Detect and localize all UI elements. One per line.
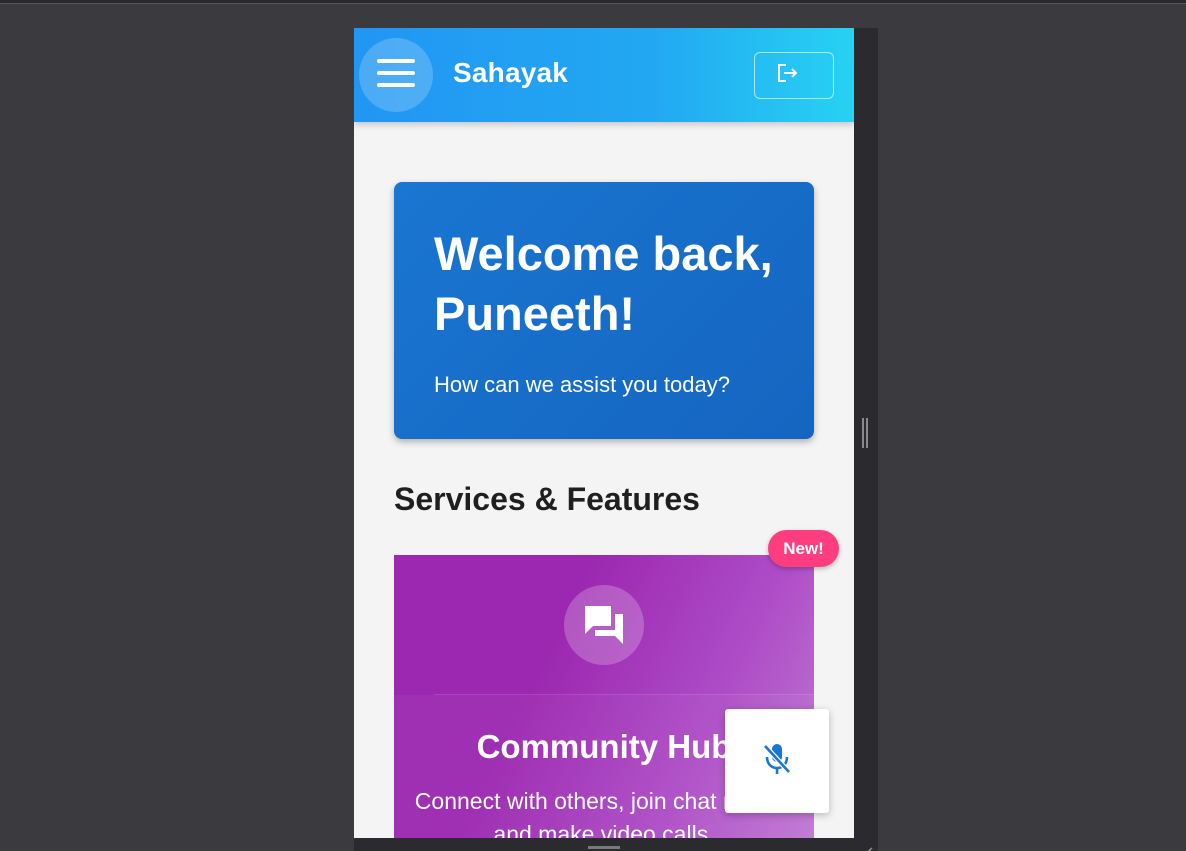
feature-card-divider — [434, 694, 814, 695]
app-title: Sahayak — [453, 57, 569, 88]
welcome-card: Welcome back, Puneeth! How can we assist… — [394, 182, 814, 439]
menu-button[interactable] — [359, 38, 433, 112]
corner-resize-handle[interactable] — [862, 842, 874, 851]
app-bar: Sahayak — [354, 28, 854, 122]
viewport-bottom-rail — [354, 838, 878, 851]
welcome-subtitle: How can we assist you today? — [434, 372, 730, 397]
welcome-title: Welcome back, Puneeth! — [434, 227, 773, 340]
window-top-divider — [0, 3, 1186, 4]
services-heading: Services & Features — [394, 481, 700, 517]
logout-button[interactable] — [754, 52, 834, 99]
vertical-resize-handle[interactable] — [862, 418, 868, 448]
horizontal-resize-handle[interactable] — [588, 846, 620, 849]
logout-icon — [777, 63, 799, 88]
new-badge: New! — [768, 530, 839, 567]
menu-icon — [377, 58, 415, 92]
microphone-off-icon — [762, 742, 792, 781]
mobile-viewport: Sahayak Welcome back, Puneeth! How can w… — [354, 28, 854, 838]
microphone-button[interactable] — [725, 709, 829, 813]
forum-icon — [564, 585, 644, 665]
